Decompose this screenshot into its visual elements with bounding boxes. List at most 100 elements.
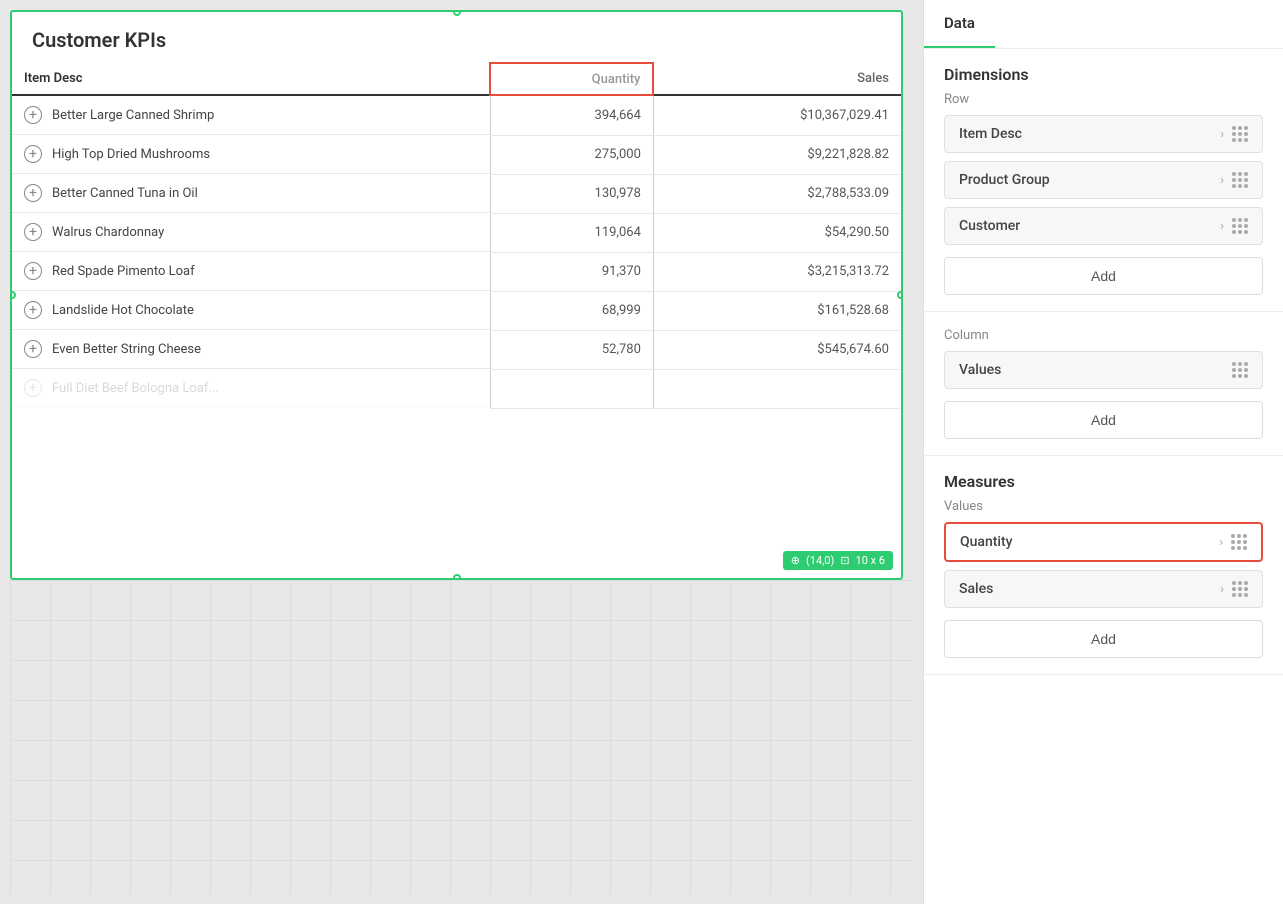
sales-cell: $161,528.68 <box>653 291 901 330</box>
expand-icon[interactable]: + <box>24 301 42 319</box>
resize-handle-bottom[interactable] <box>453 574 461 580</box>
expand-icon[interactable]: + <box>24 106 42 124</box>
data-tab[interactable]: Data <box>924 0 995 48</box>
dimensions-title: Dimensions <box>944 65 1263 84</box>
chevron-icon-item-desc: › <box>1220 127 1224 142</box>
dimension-values-controls <box>1232 362 1248 378</box>
item-desc-cell: +Red Spade Pimento Loaf <box>12 252 490 291</box>
quantity-cell: 68,999 <box>490 291 653 330</box>
position-size: 10 x 6 <box>856 554 885 567</box>
dimension-product-group-controls: › <box>1220 172 1248 188</box>
dimension-item-values[interactable]: Values <box>944 351 1263 389</box>
data-table: Item Desc Quantity Sales + Better Large C… <box>12 62 901 409</box>
grid-area <box>10 580 913 894</box>
position-badge: ⊕ (14,0) ⊡ 10 x 6 <box>783 551 893 570</box>
column-label: Column <box>944 328 1263 343</box>
table-row: + High Top Dried Mushrooms 275,000$9,221,8… <box>12 135 901 174</box>
table-row: + Walrus Chardonnay 119,064$54,290.50 <box>12 213 901 252</box>
position-icon: ⊕ <box>791 554 800 567</box>
dimension-item-product-group[interactable]: Product Group › <box>944 161 1263 199</box>
dimension-label-customer: Customer <box>959 218 1020 234</box>
table-row: + Better Canned Tuna in Oil 130,978$2,788,… <box>12 174 901 213</box>
table-row: +Red Spade Pimento Loaf91,370$3,215,313.… <box>12 252 901 291</box>
dimensions-section: Dimensions Row Item Desc › Product Group… <box>924 49 1283 312</box>
quantity-cell: 52,780 <box>490 330 653 369</box>
expand-icon[interactable]: + <box>24 262 42 280</box>
grid-icon-customer <box>1232 218 1248 234</box>
dimension-item-customer[interactable]: Customer › <box>944 207 1263 245</box>
grid-icon-quantity <box>1231 534 1247 550</box>
quantity-cell: 119,064 <box>490 213 653 252</box>
dimension-label-item-desc: Item Desc <box>959 126 1022 142</box>
dimension-item-desc-controls: › <box>1220 126 1248 142</box>
table-row: + Even Better String Cheese 52,780$545,674… <box>12 330 901 369</box>
resize-handle-right[interactable] <box>897 291 903 299</box>
add-dimension-button[interactable]: Add <box>944 257 1263 295</box>
item-desc-value: High Top Dried Mushrooms <box>52 147 210 162</box>
item-desc-cell: + High Top Dried Mushrooms <box>12 135 490 174</box>
col-header-quantity[interactable]: Quantity <box>490 63 653 95</box>
table-row: + Better Large Canned Shrimp 394,664$10,36… <box>12 95 901 135</box>
table-wrapper: Item Desc Quantity Sales + Better Large C… <box>12 62 901 409</box>
table-row: + Landslide Hot Chocolate 68,999$161,528.6… <box>12 291 901 330</box>
measure-item-sales[interactable]: Sales › <box>944 570 1263 608</box>
measures-section: Measures Values Quantity › Sales › <box>924 456 1283 675</box>
expand-icon-partial: + <box>24 379 42 397</box>
expand-icon[interactable]: + <box>24 340 42 358</box>
measure-label-sales: Sales <box>959 581 993 597</box>
add-measure-button[interactable]: Add <box>944 620 1263 658</box>
chevron-icon-sales: › <box>1220 582 1224 597</box>
grid-icon-product-group <box>1232 172 1248 188</box>
item-desc-value: Walrus Chardonnay <box>52 225 164 240</box>
item-desc-cell: + Better Large Canned Shrimp <box>12 96 490 135</box>
measure-label-quantity: Quantity <box>960 534 1013 550</box>
measures-values-label: Values <box>944 499 1263 514</box>
column-section: Column Values Add <box>924 312 1283 456</box>
measure-item-quantity[interactable]: Quantity › <box>944 522 1263 562</box>
dimension-label-values: Values <box>959 362 1001 378</box>
quantity-cell: 275,000 <box>490 135 653 174</box>
sales-cell: $54,290.50 <box>653 213 901 252</box>
position-coords: (14,0) <box>806 554 834 567</box>
item-desc-cell: + Landslide Hot Chocolate <box>12 291 490 330</box>
sales-cell: $9,221,828.82 <box>653 135 901 174</box>
table-row-partial: +Full Diet Beef Bologna Loaf... <box>12 369 901 408</box>
measure-sales-controls: › <box>1220 581 1248 597</box>
sales-cell: $10,367,029.41 <box>653 95 901 135</box>
col-header-item-desc: Item Desc <box>12 63 490 95</box>
dimension-label-product-group: Product Group <box>959 172 1050 188</box>
position-size-icon: ⊡ <box>840 554 849 567</box>
sidebar: Data Dimensions Row Item Desc › Product … <box>923 0 1283 904</box>
row-label: Row <box>944 92 1263 107</box>
chevron-icon-customer: › <box>1220 219 1224 234</box>
item-desc-value: Better Large Canned Shrimp <box>52 108 214 123</box>
add-column-button[interactable]: Add <box>944 401 1263 439</box>
item-desc-value: Better Canned Tuna in Oil <box>52 186 198 201</box>
grid-icon-item-desc <box>1232 126 1248 142</box>
item-desc-cell: + Better Canned Tuna in Oil <box>12 174 490 213</box>
quantity-cell: 394,664 <box>490 95 653 135</box>
sales-cell-partial <box>653 369 901 408</box>
dimension-item-item-desc[interactable]: Item Desc › <box>944 115 1263 153</box>
sales-cell: $2,788,533.09 <box>653 174 901 213</box>
grid-icon-sales <box>1232 581 1248 597</box>
expand-icon[interactable]: + <box>24 184 42 202</box>
grid-icon-values <box>1232 362 1248 378</box>
quantity-cell: 130,978 <box>490 174 653 213</box>
sales-cell: $545,674.60 <box>653 330 901 369</box>
item-desc-value: Landslide Hot Chocolate <box>52 303 194 318</box>
item-desc-cell-partial: +Full Diet Beef Bologna Loaf... <box>12 369 490 408</box>
measure-quantity-controls: › <box>1219 534 1247 550</box>
quantity-cell: 91,370 <box>490 252 653 291</box>
dimension-customer-controls: › <box>1220 218 1248 234</box>
widget-title: Customer KPIs <box>12 12 901 62</box>
item-desc-cell: + Even Better String Cheese <box>12 330 490 369</box>
main-area: Customer KPIs Item Desc Quantity Sales +… <box>0 0 923 904</box>
chevron-icon-product-group: › <box>1220 173 1224 188</box>
item-desc-value: Even Better String Cheese <box>52 342 201 357</box>
col-header-sales: Sales <box>653 63 901 95</box>
expand-icon[interactable]: + <box>24 145 42 163</box>
widget-container: Customer KPIs Item Desc Quantity Sales +… <box>10 10 903 580</box>
expand-icon[interactable]: + <box>24 223 42 241</box>
quantity-cell-partial <box>490 369 653 408</box>
